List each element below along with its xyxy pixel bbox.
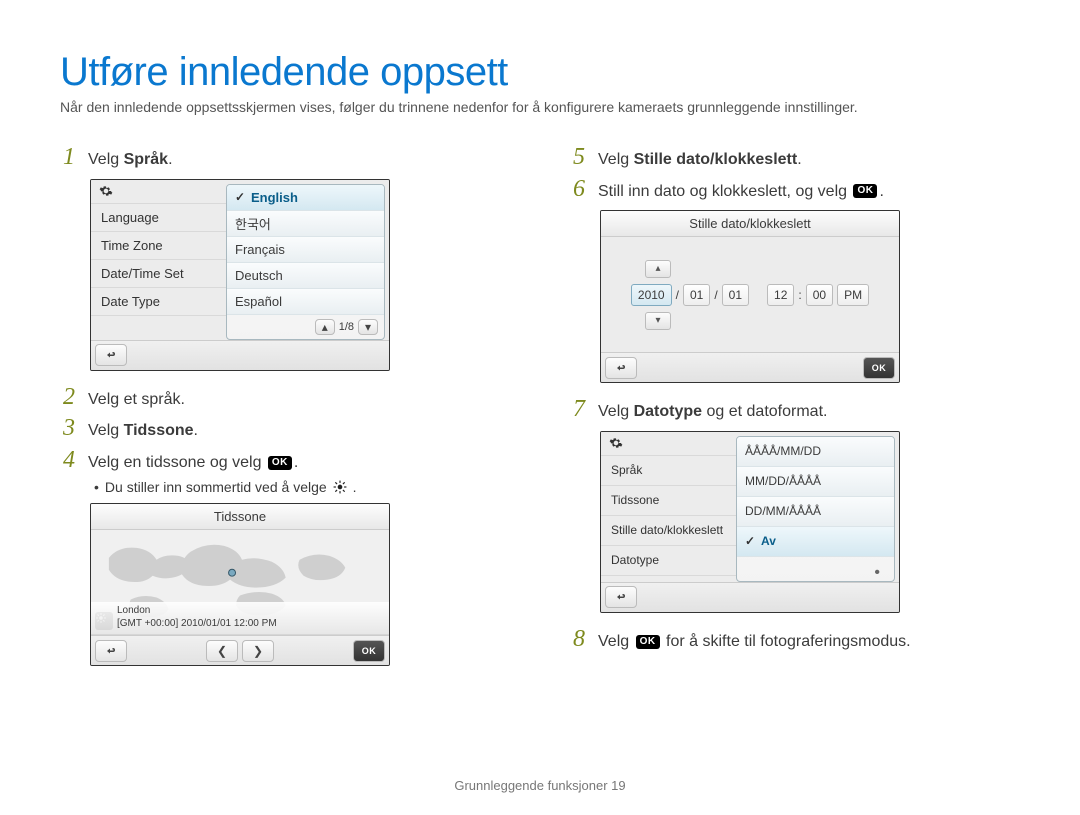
datetype-options: ÅÅÅÅ/MM/DD MM/DD/ÅÅÅÅ DD/MM/ÅÅÅÅ ✓Av • <box>736 436 895 582</box>
step-8: 8 Velg OK for å skifte til fotografering… <box>570 627 1020 653</box>
menu-item-datetype[interactable]: Datotype <box>601 546 736 576</box>
step-3: 3 Velg Tidssone. <box>60 416 510 442</box>
datetime-screen: Stille dato/klokkeslett ▴ 2010 / 01 / 01… <box>600 210 900 383</box>
hour-field[interactable]: 12 <box>767 284 794 306</box>
ok-button[interactable]: OK <box>353 640 385 662</box>
value-down-button[interactable]: ▾ <box>645 312 671 330</box>
pager-dot: • <box>737 557 894 581</box>
menu-item-timezone[interactable]: Tidssone <box>601 486 736 516</box>
step-bold: Språk <box>124 151 168 168</box>
year-field[interactable]: 2010 <box>631 284 672 306</box>
step-2: 2 Velg et språk. <box>60 385 510 411</box>
datetype-screen: Språk Tidssone Stille dato/klokkeslett D… <box>600 431 900 613</box>
step-number: 2 <box>60 385 78 409</box>
step-text: Velg <box>88 151 124 168</box>
day-field[interactable]: 01 <box>722 284 749 306</box>
lang-option-spanish[interactable]: Español <box>227 289 384 315</box>
menu-item-timezone[interactable]: Time Zone <box>91 232 226 260</box>
step-number: 5 <box>570 145 588 169</box>
datetype-option-off[interactable]: ✓Av <box>737 527 894 557</box>
datetype-option-mdy[interactable]: MM/DD/ÅÅÅÅ <box>737 467 894 497</box>
step-number: 3 <box>60 416 78 440</box>
back-button[interactable] <box>95 344 127 366</box>
step-4-sub: • Du stiller inn sommertid ved å velge . <box>94 479 510 495</box>
tz-city: London <box>117 604 383 617</box>
datetype-option-dmy[interactable]: DD/MM/ÅÅÅÅ <box>737 497 894 527</box>
lang-option-english[interactable]: ✓English <box>227 185 384 211</box>
page-footer: Grunnleggende funksjoner 19 <box>0 778 1080 793</box>
step-1: 1 Velg Språk. <box>60 145 510 171</box>
settings-menu-left: Språk Tidssone Stille dato/klokkeslett D… <box>601 432 736 582</box>
menu-item-language[interactable]: Language <box>91 204 226 232</box>
page-up-button[interactable]: ▴ <box>315 319 335 335</box>
timezone-screen: Tidssone London [GMT +00:00] 2010/01/01 … <box>90 503 390 666</box>
prev-button[interactable]: ❮ <box>206 640 238 662</box>
menu-item-datetype[interactable]: Date Type <box>91 288 226 316</box>
check-icon: ✓ <box>235 192 247 202</box>
intro-text: Når den innledende oppsettsskjermen vise… <box>60 99 1020 115</box>
datetime-title: Stille dato/klokkeslett <box>601 211 899 237</box>
left-column: 1 Velg Språk. Language Time Zone Date/Ti… <box>60 139 510 680</box>
next-button[interactable]: ❯ <box>242 640 274 662</box>
language-screen: Language Time Zone Date/Time Set Date Ty… <box>90 179 390 371</box>
pager-label: 1/8 <box>339 321 354 333</box>
step-6: 6 Still inn dato og klokkeslett, og velg… <box>570 177 1020 203</box>
dst-icon <box>333 480 347 494</box>
back-button[interactable] <box>95 640 127 662</box>
step-5: 5 Velg Stille dato/klokkeslett. <box>570 145 1020 171</box>
settings-menu-left: Language Time Zone Date/Time Set Date Ty… <box>91 180 226 340</box>
value-up-button[interactable]: ▴ <box>645 260 671 278</box>
step-7: 7 Velg Datotype og et datoformat. <box>570 397 1020 423</box>
right-column: 5 Velg Stille dato/klokkeslett. 6 Still … <box>570 139 1020 680</box>
datetype-option-ymd[interactable]: ÅÅÅÅ/MM/DD <box>737 437 894 467</box>
language-options: ✓English 한국어 Français Deutsch Español ▴ … <box>226 184 385 340</box>
step-number: 6 <box>570 177 588 201</box>
menu-item-language[interactable]: Språk <box>601 456 736 486</box>
lang-option-german[interactable]: Deutsch <box>227 263 384 289</box>
world-map: London [GMT +00:00] 2010/01/01 12:00 PM <box>91 530 389 635</box>
ok-icon: OK <box>636 635 660 649</box>
gear-icon <box>609 436 623 450</box>
tz-detail: [GMT +00:00] 2010/01/01 12:00 PM <box>117 617 383 630</box>
step-4: 4 Velg en tidssone og velg OK. <box>60 448 510 474</box>
month-field[interactable]: 01 <box>683 284 710 306</box>
step-number: 8 <box>570 627 588 651</box>
step-number: 4 <box>60 448 78 472</box>
minute-field[interactable]: 00 <box>806 284 833 306</box>
menu-item-datetime[interactable]: Stille dato/klokkeslett <box>601 516 736 546</box>
back-button[interactable] <box>605 357 637 379</box>
check-icon: ✓ <box>745 536 757 546</box>
ok-icon: OK <box>268 456 292 470</box>
ok-button[interactable]: OK <box>863 357 895 379</box>
menu-item-datetimeset[interactable]: Date/Time Set <box>91 260 226 288</box>
timezone-title: Tidssone <box>91 504 389 530</box>
ok-icon: OK <box>853 184 877 198</box>
lang-option-french[interactable]: Français <box>227 237 384 263</box>
step-number: 1 <box>60 145 78 169</box>
back-button[interactable] <box>605 586 637 608</box>
step-text: Velg et språk. <box>88 385 185 411</box>
gear-icon <box>99 184 113 198</box>
page-title: Utføre innledende oppsett <box>60 50 1020 95</box>
page-down-button[interactable]: ▾ <box>358 319 378 335</box>
lang-option-korean[interactable]: 한국어 <box>227 211 384 237</box>
step-number: 7 <box>570 397 588 421</box>
ampm-field[interactable]: PM <box>837 284 869 306</box>
